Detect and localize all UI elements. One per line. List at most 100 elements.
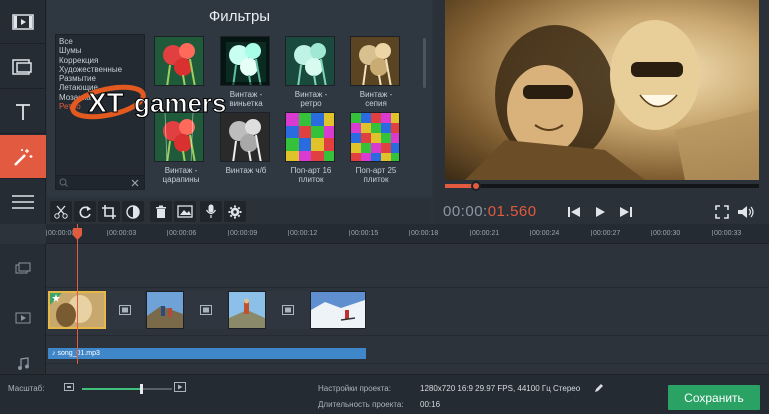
cut-button[interactable] <box>50 201 72 222</box>
image-icon <box>177 205 193 218</box>
category-all[interactable]: Все <box>56 37 144 46</box>
scale-fill <box>82 388 141 390</box>
category-flying[interactable]: Летающие <box>56 83 144 92</box>
clip-snow-skier[interactable] <box>310 291 366 329</box>
sepia-photo <box>465 20 759 180</box>
import-media-button[interactable] <box>0 0 46 44</box>
category-artistic[interactable]: Художественные <box>56 65 144 74</box>
preview-panel: 00:00:01.560 <box>433 0 769 224</box>
filter-label: Винтаж - виньетка <box>229 90 263 108</box>
timeline-ruler[interactable]: 00:00:00 00:00:03 00:00:06 00:00:09 00:0… <box>45 224 769 244</box>
edit-pencil-icon[interactable] <box>594 383 604 393</box>
scale-slider[interactable] <box>82 384 172 394</box>
ruler-tick: 00:00:06 <box>166 230 197 237</box>
titles-button[interactable] <box>0 90 46 134</box>
ruler-tick: 00:00:18 <box>408 230 439 237</box>
video-preview <box>445 0 759 180</box>
category-retro[interactable]: Ретро <box>56 102 144 111</box>
transition-icon <box>119 305 131 315</box>
rotate-button[interactable] <box>74 201 96 222</box>
ruler-tick: 00:00:09 <box>227 230 258 237</box>
category-blur[interactable]: Размытие <box>56 74 144 83</box>
next-frame-button[interactable] <box>615 202 637 222</box>
ruler-tick: 00:00:15 <box>348 230 379 237</box>
settings-label: Настройки проекта: <box>318 384 391 393</box>
flower-thumbnail <box>155 113 203 161</box>
filter-tile-scratches[interactable] <box>154 112 204 162</box>
menu-icon <box>12 195 34 209</box>
scale-knob[interactable] <box>139 384 143 394</box>
microphone-icon <box>205 204 217 218</box>
transition-slot[interactable] <box>106 291 144 329</box>
rotate-icon <box>79 205 91 218</box>
color-adjust-button[interactable] <box>122 201 144 222</box>
timeline: 00:00:00 00:00:03 00:00:06 00:00:09 00:0… <box>0 224 769 374</box>
filter-tile-retro[interactable] <box>285 36 335 86</box>
popart-thumbnail <box>286 113 334 161</box>
filter-label: Винтаж - ретро <box>294 90 328 108</box>
trash-icon <box>156 205 166 218</box>
more-menu-button[interactable] <box>0 180 46 224</box>
ruler-tick: 00:00:12 <box>287 230 318 237</box>
insert-image-button[interactable] <box>174 201 196 222</box>
playhead[interactable] <box>77 224 78 364</box>
category-correction[interactable]: Коррекция <box>56 56 144 65</box>
filter-category-list: Все Шумы Коррекция Художественные Размыт… <box>55 34 145 190</box>
settings-value: 1280x720 16:9 29.97 FPS, 44100 Гц Стерео <box>420 384 581 393</box>
filters-panel: Фильтры Все Шумы Коррекция Художественны… <box>47 0 432 197</box>
fullscreen-icon <box>715 205 729 219</box>
filter-tile-sepia[interactable] <box>350 36 400 86</box>
transition-slot[interactable] <box>184 291 228 329</box>
settings-button[interactable] <box>224 201 246 222</box>
transition-slot[interactable] <box>266 291 310 329</box>
filter-tile-color[interactable] <box>154 36 204 86</box>
previous-frame-button[interactable] <box>563 202 585 222</box>
ruler-tick: 00:00:24 <box>529 230 560 237</box>
crop-button[interactable] <box>98 201 120 222</box>
filter-tile-vignette[interactable] <box>220 36 270 86</box>
flower-thumbnail <box>155 37 203 85</box>
category-noise[interactable]: Шумы <box>56 46 144 55</box>
clip-thumbnail <box>229 292 265 328</box>
ruler-tick: 00:00:30 <box>650 230 681 237</box>
overlay-track-icon <box>15 262 31 274</box>
progress-knob[interactable] <box>471 181 482 191</box>
gear-icon <box>228 205 242 218</box>
clip-mountain-hiker[interactable] <box>228 291 266 329</box>
transition-icon <box>200 305 212 315</box>
filter-tile-popart16[interactable] <box>285 112 335 162</box>
duration-label: Длительность проекта: <box>318 400 404 409</box>
playback-progress[interactable] <box>445 181 759 191</box>
volume-button[interactable] <box>735 202 757 222</box>
filter-grid-scrollbar[interactable] <box>423 38 426 88</box>
filter-label: Винтаж ч/б <box>225 166 267 175</box>
filters-title: Фильтры <box>208 8 271 25</box>
fullscreen-button[interactable] <box>711 202 733 222</box>
clear-icon[interactable] <box>131 179 139 187</box>
record-audio-button[interactable] <box>200 201 222 222</box>
play-button[interactable] <box>589 202 611 222</box>
save-button[interactable]: Сохранить <box>668 385 760 410</box>
filter-grid: Винтаж - виньетка Винтаж - ретро Винтаж -с… <box>147 34 419 190</box>
zoom-in-icon[interactable] <box>174 382 186 392</box>
category-mosaic[interactable]: Мозаика <box>56 93 144 102</box>
ruler-tick: 00:00:03 <box>106 230 137 237</box>
transitions-button[interactable] <box>0 45 46 89</box>
delete-button[interactable] <box>150 201 172 222</box>
filter-label: Винтаж - царапины <box>162 166 200 184</box>
filter-tile-popart25[interactable] <box>350 112 400 162</box>
clip-transition-icon <box>12 58 32 75</box>
magic-wand-icon <box>14 148 33 166</box>
filters-button[interactable] <box>0 135 46 179</box>
category-search-input[interactable] <box>56 175 144 189</box>
zoom-out-icon[interactable] <box>64 383 74 391</box>
clip-hikers[interactable] <box>146 291 184 329</box>
filter-tile-bw[interactable] <box>220 112 270 162</box>
crop-icon <box>102 204 116 219</box>
timecode: 00:00:01.560 <box>443 203 537 220</box>
video-track-icon <box>15 312 31 324</box>
left-toolbar <box>0 0 46 224</box>
audio-clip[interactable]: ♪ song_01.mp3 <box>48 348 366 359</box>
overlay-track[interactable] <box>46 244 769 288</box>
text-tool-icon <box>16 103 30 120</box>
